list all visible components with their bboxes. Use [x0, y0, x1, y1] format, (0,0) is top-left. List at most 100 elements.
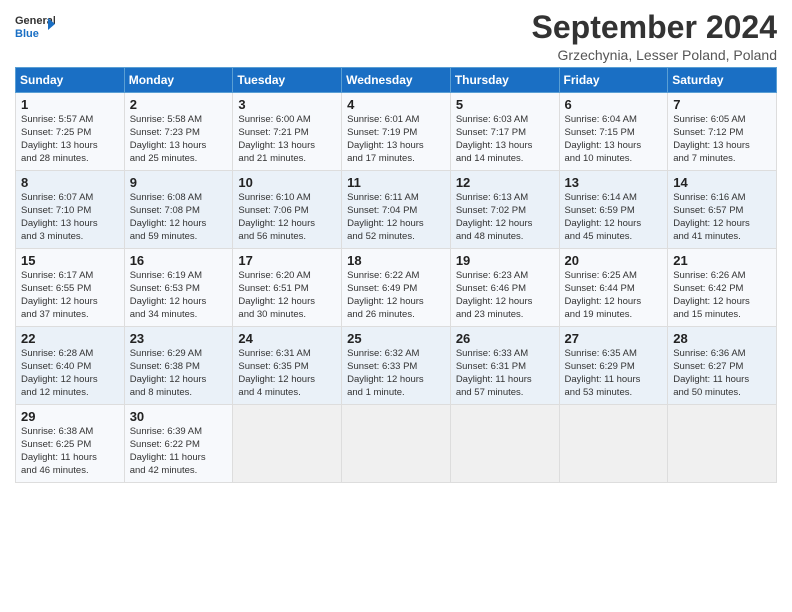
- calendar-cell: 9 Sunrise: 6:08 AMSunset: 7:08 PMDaylight…: [124, 171, 233, 249]
- calendar-week-1: 1 Sunrise: 5:57 AMSunset: 7:25 PMDaylight…: [16, 93, 777, 171]
- calendar-cell: 28Sunrise: 6:36 AMSunset: 6:27 PMDayligh…: [668, 327, 777, 405]
- calendar-cell: 12 Sunrise: 6:13 AMSunset: 7:02 PMDayligh…: [450, 171, 559, 249]
- weekday-header-wednesday: Wednesday: [342, 68, 451, 93]
- cell-content: Sunrise: 6:11 AMSunset: 7:04 PMDaylight:…: [347, 192, 445, 243]
- cell-content: Sunrise: 6:26 AMSunset: 6:42 PMDaylight:…: [673, 270, 771, 321]
- calendar-cell: 10 Sunrise: 6:10 AMSunset: 7:06 PMDayligh…: [233, 171, 342, 249]
- cell-content: Sunrise: 6:28 AMSunset: 6:40 PMDaylight:…: [21, 348, 119, 399]
- calendar-cell: 19Sunrise: 6:23 AMSunset: 6:46 PMDayligh…: [450, 249, 559, 327]
- calendar-week-2: 8 Sunrise: 6:07 AMSunset: 7:10 PMDaylight…: [16, 171, 777, 249]
- calendar-week-3: 15 Sunrise: 6:17 AMSunset: 6:55 PMDayligh…: [16, 249, 777, 327]
- calendar-cell: 20 Sunrise: 6:25 AMSunset: 6:44 PMDayligh…: [559, 249, 668, 327]
- day-number: 2: [130, 97, 228, 112]
- cell-content: Sunrise: 6:14 AMSunset: 6:59 PMDaylight:…: [565, 192, 663, 243]
- day-number: 17: [238, 253, 336, 268]
- calendar-cell: 13 Sunrise: 6:14 AMSunset: 6:59 PMDayligh…: [559, 171, 668, 249]
- calendar-cell: 8 Sunrise: 6:07 AMSunset: 7:10 PMDaylight…: [16, 171, 125, 249]
- header: General Blue September 2024 Grzechynia, …: [15, 10, 777, 63]
- cell-content: Sunrise: 6:35 AMSunset: 6:29 PMDaylight:…: [565, 348, 663, 399]
- calendar-cell: 16 Sunrise: 6:19 AMSunset: 6:53 PMDayligh…: [124, 249, 233, 327]
- cell-content: Sunrise: 5:58 AMSunset: 7:23 PMDaylight:…: [130, 114, 228, 165]
- month-title: September 2024: [532, 10, 777, 45]
- weekday-header-thursday: Thursday: [450, 68, 559, 93]
- day-number: 3: [238, 97, 336, 112]
- calendar-cell: [668, 405, 777, 483]
- day-number: 16: [130, 253, 228, 268]
- title-block: September 2024 Grzechynia, Lesser Poland…: [532, 10, 777, 63]
- cell-content: Sunrise: 6:01 AMSunset: 7:19 PMDaylight:…: [347, 114, 445, 165]
- day-number: 10: [238, 175, 336, 190]
- cell-content: Sunrise: 6:38 AMSunset: 6:25 PMDaylight:…: [21, 426, 119, 477]
- cell-content: Sunrise: 6:22 AMSunset: 6:49 PMDaylight:…: [347, 270, 445, 321]
- cell-content: Sunrise: 6:32 AMSunset: 6:33 PMDaylight:…: [347, 348, 445, 399]
- cell-content: Sunrise: 6:17 AMSunset: 6:55 PMDaylight:…: [21, 270, 119, 321]
- calendar-cell: 14 Sunrise: 6:16 AMSunset: 6:57 PMDayligh…: [668, 171, 777, 249]
- cell-content: Sunrise: 6:16 AMSunset: 6:57 PMDaylight:…: [673, 192, 771, 243]
- day-number: 29: [21, 409, 119, 424]
- calendar-cell: 4 Sunrise: 6:01 AMSunset: 7:19 PMDaylight…: [342, 93, 451, 171]
- day-number: 9: [130, 175, 228, 190]
- day-number: 20: [565, 253, 663, 268]
- location-title: Grzechynia, Lesser Poland, Poland: [532, 47, 777, 63]
- calendar-cell: [233, 405, 342, 483]
- day-number: 15: [21, 253, 119, 268]
- calendar-cell: 26 Sunrise: 6:33 AMSunset: 6:31 PMDayligh…: [450, 327, 559, 405]
- day-number: 23: [130, 331, 228, 346]
- calendar-cell: 21Sunrise: 6:26 AMSunset: 6:42 PMDayligh…: [668, 249, 777, 327]
- day-number: 25: [347, 331, 445, 346]
- calendar-cell: [450, 405, 559, 483]
- day-number: 19: [456, 253, 554, 268]
- day-number: 12: [456, 175, 554, 190]
- calendar-cell: 6 Sunrise: 6:04 AMSunset: 7:15 PMDaylight…: [559, 93, 668, 171]
- calendar-cell: 5 Sunrise: 6:03 AMSunset: 7:17 PMDaylight…: [450, 93, 559, 171]
- calendar-table: SundayMondayTuesdayWednesdayThursdayFrid…: [15, 67, 777, 483]
- day-number: 8: [21, 175, 119, 190]
- weekday-header-friday: Friday: [559, 68, 668, 93]
- calendar-cell: 30Sunrise: 6:39 AMSunset: 6:22 PMDayligh…: [124, 405, 233, 483]
- day-number: 30: [130, 409, 228, 424]
- day-number: 1: [21, 97, 119, 112]
- day-number: 26: [456, 331, 554, 346]
- day-number: 7: [673, 97, 771, 112]
- day-number: 6: [565, 97, 663, 112]
- weekday-header-tuesday: Tuesday: [233, 68, 342, 93]
- calendar-cell: 25 Sunrise: 6:32 AMSunset: 6:33 PMDayligh…: [342, 327, 451, 405]
- cell-content: Sunrise: 6:13 AMSunset: 7:02 PMDaylight:…: [456, 192, 554, 243]
- cell-content: Sunrise: 6:33 AMSunset: 6:31 PMDaylight:…: [456, 348, 554, 399]
- cell-content: Sunrise: 6:04 AMSunset: 7:15 PMDaylight:…: [565, 114, 663, 165]
- cell-content: Sunrise: 6:29 AMSunset: 6:38 PMDaylight:…: [130, 348, 228, 399]
- calendar-cell: 15 Sunrise: 6:17 AMSunset: 6:55 PMDayligh…: [16, 249, 125, 327]
- cell-content: Sunrise: 6:25 AMSunset: 6:44 PMDaylight:…: [565, 270, 663, 321]
- calendar-cell: 18 Sunrise: 6:22 AMSunset: 6:49 PMDayligh…: [342, 249, 451, 327]
- logo: General Blue: [15, 10, 55, 42]
- cell-content: Sunrise: 6:07 AMSunset: 7:10 PMDaylight:…: [21, 192, 119, 243]
- calendar-cell: 23 Sunrise: 6:29 AMSunset: 6:38 PMDayligh…: [124, 327, 233, 405]
- weekday-header-sunday: Sunday: [16, 68, 125, 93]
- cell-content: Sunrise: 6:10 AMSunset: 7:06 PMDaylight:…: [238, 192, 336, 243]
- day-number: 13: [565, 175, 663, 190]
- day-number: 22: [21, 331, 119, 346]
- cell-content: Sunrise: 6:03 AMSunset: 7:17 PMDaylight:…: [456, 114, 554, 165]
- calendar-cell: 27Sunrise: 6:35 AMSunset: 6:29 PMDayligh…: [559, 327, 668, 405]
- cell-content: Sunrise: 6:20 AMSunset: 6:51 PMDaylight:…: [238, 270, 336, 321]
- calendar-cell: [559, 405, 668, 483]
- cell-content: Sunrise: 6:08 AMSunset: 7:08 PMDaylight:…: [130, 192, 228, 243]
- calendar-cell: 7Sunrise: 6:05 AMSunset: 7:12 PMDaylight…: [668, 93, 777, 171]
- weekday-header-monday: Monday: [124, 68, 233, 93]
- calendar-cell: 24Sunrise: 6:31 AMSunset: 6:35 PMDayligh…: [233, 327, 342, 405]
- calendar-cell: 1 Sunrise: 5:57 AMSunset: 7:25 PMDaylight…: [16, 93, 125, 171]
- day-number: 4: [347, 97, 445, 112]
- cell-content: Sunrise: 5:57 AMSunset: 7:25 PMDaylight:…: [21, 114, 119, 165]
- cell-content: Sunrise: 6:19 AMSunset: 6:53 PMDaylight:…: [130, 270, 228, 321]
- day-number: 5: [456, 97, 554, 112]
- weekday-header-row: SundayMondayTuesdayWednesdayThursdayFrid…: [16, 68, 777, 93]
- calendar-cell: 29 Sunrise: 6:38 AMSunset: 6:25 PMDayligh…: [16, 405, 125, 483]
- calendar-cell: 22 Sunrise: 6:28 AMSunset: 6:40 PMDayligh…: [16, 327, 125, 405]
- day-number: 24: [238, 331, 336, 346]
- day-number: 14: [673, 175, 771, 190]
- day-number: 18: [347, 253, 445, 268]
- calendar-cell: 2 Sunrise: 5:58 AMSunset: 7:23 PMDaylight…: [124, 93, 233, 171]
- calendar-week-5: 29 Sunrise: 6:38 AMSunset: 6:25 PMDayligh…: [16, 405, 777, 483]
- day-number: 11: [347, 175, 445, 190]
- calendar-cell: 3Sunrise: 6:00 AMSunset: 7:21 PMDaylight…: [233, 93, 342, 171]
